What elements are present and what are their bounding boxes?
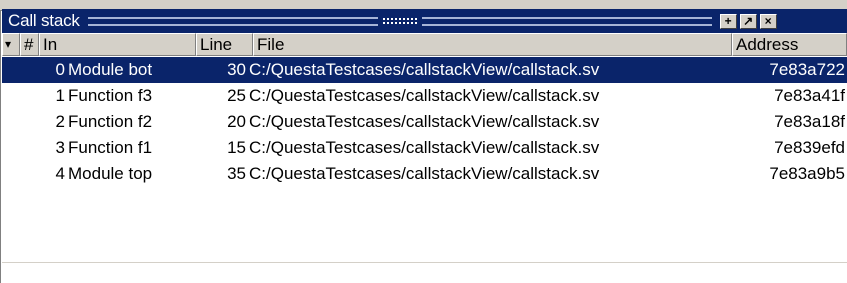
cell-address: 7e83a41f [774, 86, 845, 105]
undock-icon[interactable]: ↗ [739, 13, 757, 29]
column-menu-dropdown-icon[interactable]: ▾ [2, 33, 20, 56]
cell-file: C:/QuestaTestcases/callstackView/callsta… [249, 112, 600, 131]
cell-line: 35 [227, 164, 246, 183]
cell-file: C:/QuestaTestcases/callstackView/callsta… [249, 60, 600, 79]
cell-num: 0 [55, 60, 65, 79]
add-icon[interactable]: + [719, 13, 737, 29]
cell-num: 1 [55, 86, 65, 105]
cell-file: C:/QuestaTestcases/callstackView/callsta… [249, 86, 600, 105]
cell-address: 7e83a9b5 [769, 164, 845, 183]
column-header: ▾ # In Line File Address [2, 33, 847, 56]
call-stack-table: 0 Module bot 30 C:/QuestaTestcases/calls… [2, 57, 847, 187]
cell-line: 25 [227, 86, 246, 105]
call-stack-titlebar[interactable]: Call stack + ↗ × [2, 9, 847, 33]
column-header-file[interactable]: File [253, 33, 732, 56]
titlebar-grip-right[interactable] [421, 16, 712, 26]
titlebar-grip-left[interactable] [87, 16, 378, 26]
cell-in: Module top [68, 164, 153, 183]
titlebar-buttons: + ↗ × [719, 13, 777, 29]
cell-line: 20 [227, 112, 246, 131]
cell-in: Module bot [68, 60, 153, 79]
column-header-in[interactable]: In [39, 33, 196, 56]
table-row[interactable]: 4 Module top 35 C:/QuestaTestcases/calls… [2, 161, 847, 187]
cell-in: Function f1 [68, 138, 153, 157]
cell-file: C:/QuestaTestcases/callstackView/callsta… [249, 138, 600, 157]
table-row[interactable]: 0 Module bot 30 C:/QuestaTestcases/calls… [2, 57, 847, 83]
cell-line: 30 [227, 60, 246, 79]
table-row[interactable]: 1 Function f3 25 C:/QuestaTestcases/call… [2, 83, 847, 109]
cell-address: 7e83a18f [774, 112, 845, 131]
cell-in: Function f3 [68, 86, 153, 105]
cell-in: Function f2 [68, 112, 153, 131]
cell-num: 2 [55, 112, 65, 131]
window-title: Call stack [8, 11, 80, 30]
cell-address: 7e83a722 [769, 60, 845, 79]
column-header-line[interactable]: Line [196, 33, 253, 56]
cell-num: 4 [55, 164, 65, 183]
close-icon[interactable]: × [759, 13, 777, 29]
table-row[interactable]: 3 Function f1 15 C:/QuestaTestcases/call… [2, 135, 847, 161]
cell-line: 15 [227, 138, 246, 157]
cell-file: C:/QuestaTestcases/callstackView/callsta… [249, 164, 600, 183]
column-header-num[interactable]: # [20, 33, 39, 56]
table-row[interactable]: 2 Function f2 20 C:/QuestaTestcases/call… [2, 109, 847, 135]
panel-bottom-divider [2, 262, 847, 263]
column-header-address[interactable]: Address [732, 33, 847, 56]
titlebar-drag-handle[interactable] [381, 16, 418, 26]
cell-address: 7e839efd [774, 138, 845, 157]
cell-num: 3 [55, 138, 65, 157]
